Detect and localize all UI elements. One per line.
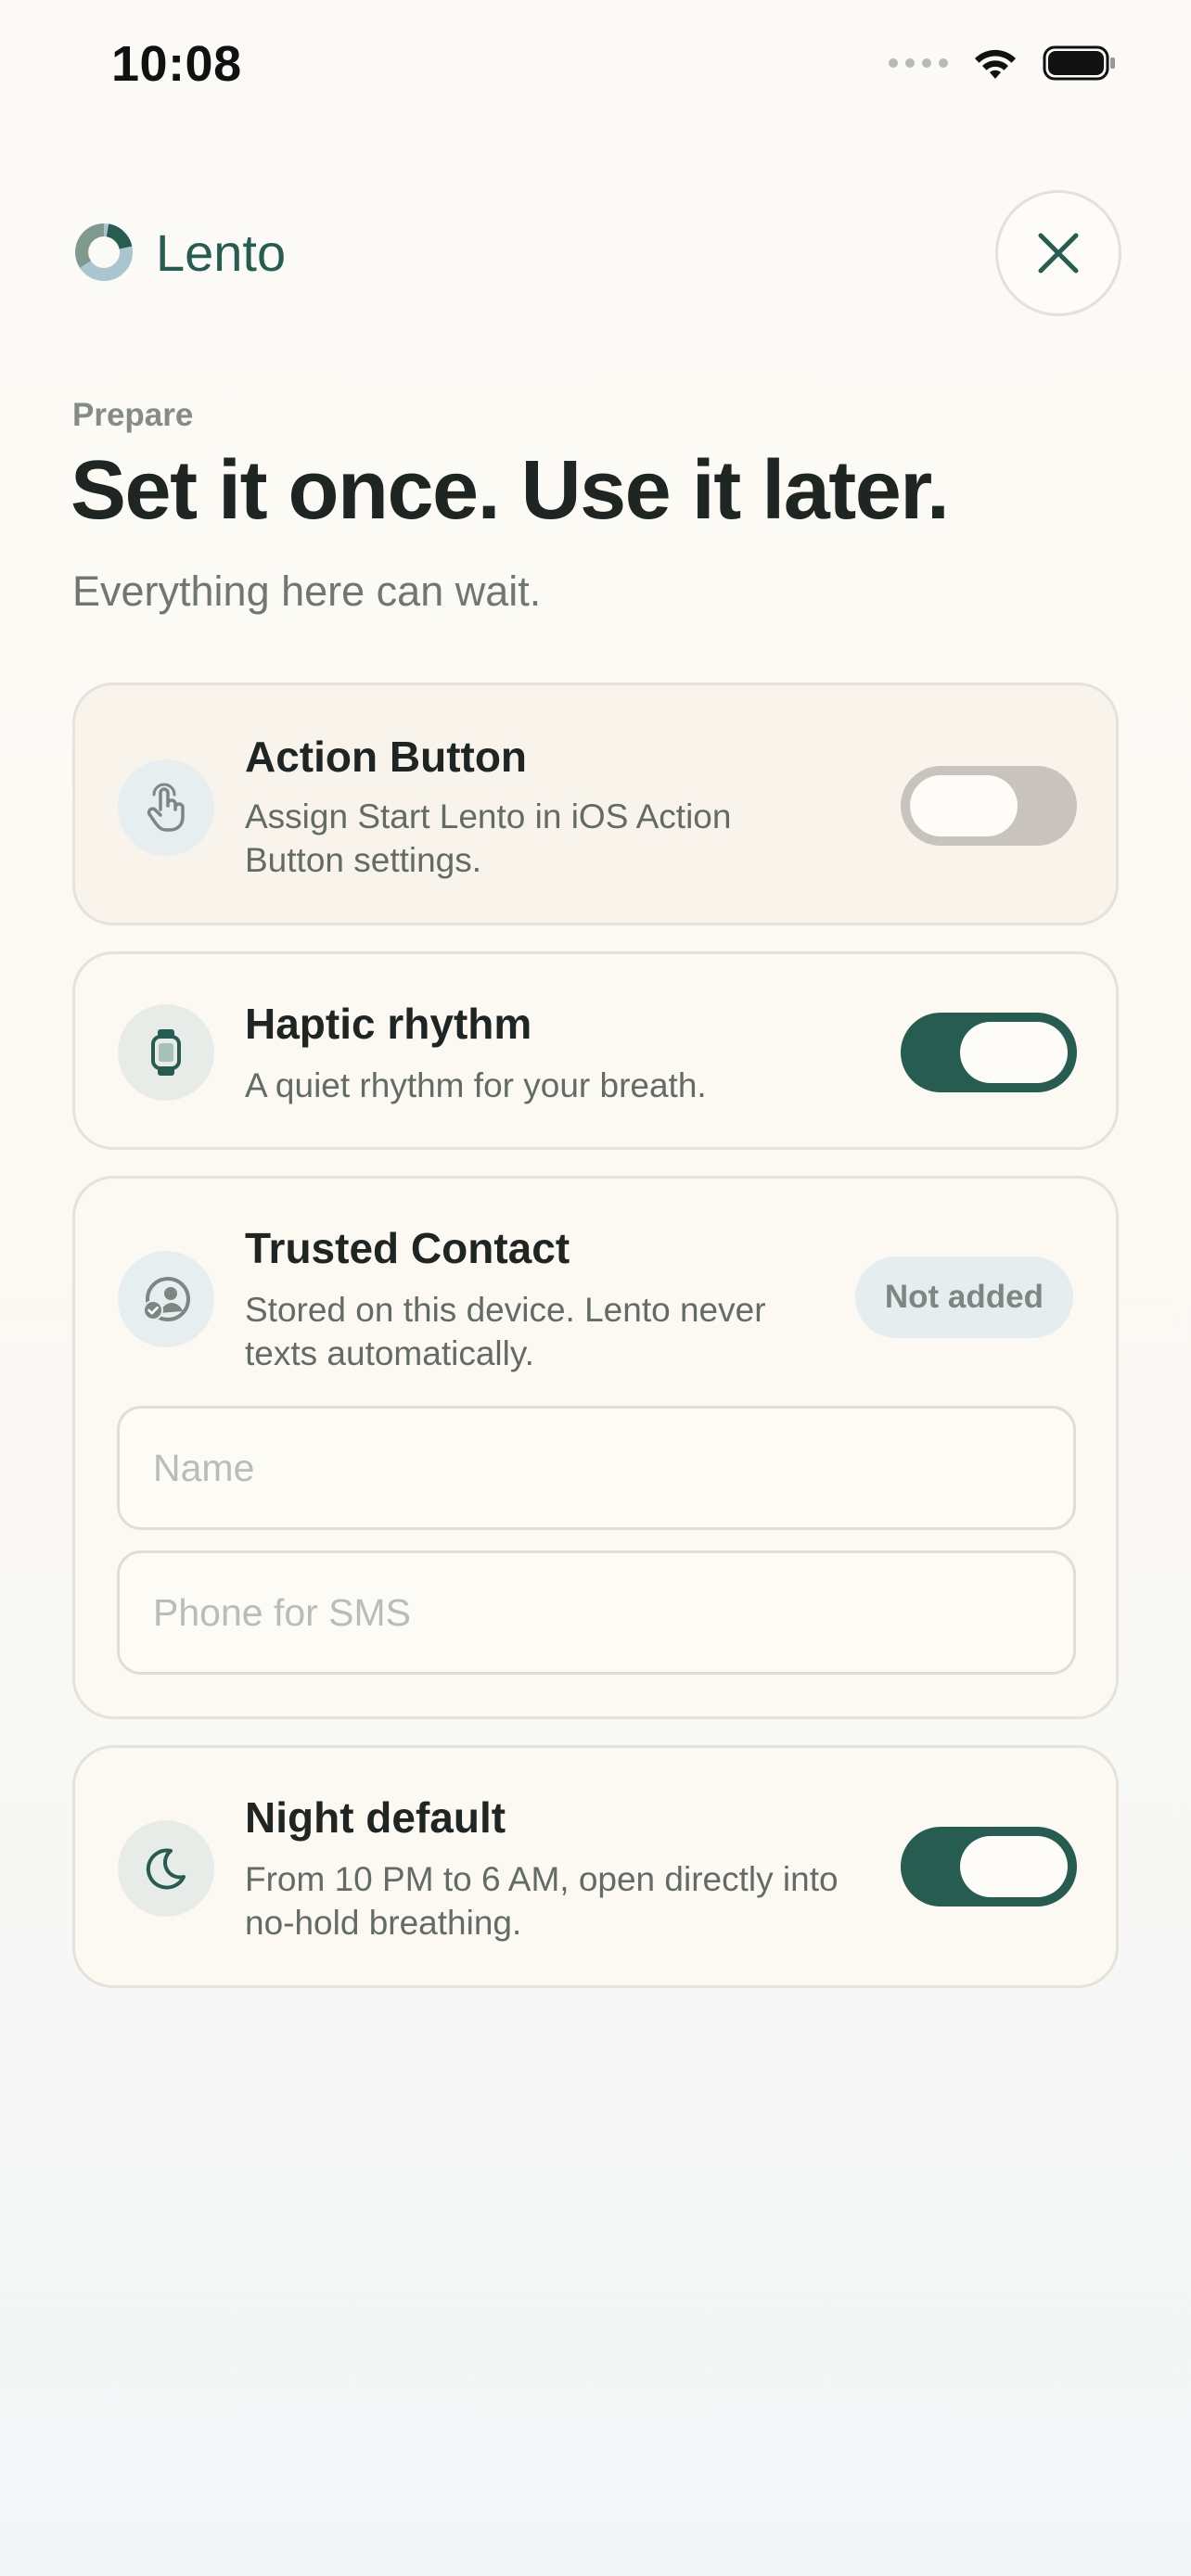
trusted-contact-card: Trusted Contact Stored on this device. L… — [72, 1176, 1119, 1719]
status-bar: 10:08 — [0, 0, 1191, 139]
night-default-desc-line-2: no-hold breathing. — [245, 1904, 522, 1942]
contact-name-input[interactable] — [117, 1406, 1076, 1530]
toggle-knob — [910, 775, 1018, 836]
haptic-rhythm-card: Haptic rhythm A quiet rhythm for your br… — [72, 951, 1119, 1150]
lento-logo-icon — [75, 223, 133, 281]
status-time: 10:08 — [111, 36, 242, 92]
moon-icon — [146, 1848, 186, 1890]
watch-icon — [151, 1029, 181, 1076]
page-title: Set it once. Use it later. — [70, 444, 950, 537]
night-default-card: Night default From 10 PM to 6 AM, open d… — [72, 1745, 1119, 1988]
trusted-contact-desc: Stored on this device. Lento never texts… — [245, 1288, 766, 1375]
status-icons — [889, 45, 1117, 82]
action-button-title: Action Button — [245, 733, 528, 781]
trusted-contact-desc-line-1: Stored on this device. Lento never — [245, 1291, 766, 1329]
toggle-knob — [960, 1022, 1068, 1083]
haptic-rhythm-title: Haptic rhythm — [245, 1000, 532, 1048]
cellular-signal-icon — [889, 58, 948, 68]
trusted-contact-title: Trusted Contact — [245, 1224, 570, 1272]
action-button-desc-line-1: Assign Start Lento in iOS Action — [245, 797, 732, 835]
brand-name: Lento — [156, 223, 287, 282]
section-eyebrow: Prepare — [72, 397, 194, 433]
close-icon — [1038, 233, 1079, 274]
action-button-desc: Assign Start Lento in iOS Action Button … — [245, 795, 731, 882]
action-button-card: Action Button Assign Start Lento in iOS … — [72, 682, 1119, 925]
action-button-toggle[interactable] — [901, 766, 1077, 846]
haptic-rhythm-desc: A quiet rhythm for your breath. — [245, 1066, 707, 1104]
page-subtitle: Everything here can wait. — [72, 567, 542, 615]
contact-phone-input[interactable] — [117, 1550, 1076, 1675]
haptic-icon-wrap — [118, 1004, 214, 1101]
close-button[interactable] — [995, 190, 1121, 316]
wifi-icon — [975, 49, 1016, 79]
trusted-contact-desc-line-2: texts automatically. — [245, 1334, 534, 1372]
haptic-rhythm-toggle[interactable] — [901, 1013, 1077, 1092]
action-button-icon-wrap — [118, 759, 214, 856]
contact-check-icon — [143, 1277, 190, 1321]
status-badge: Not added — [854, 1256, 1073, 1338]
night-default-toggle[interactable] — [901, 1827, 1077, 1906]
hand-tap-icon — [147, 783, 185, 832]
toggle-knob — [960, 1836, 1068, 1897]
night-default-icon-wrap — [118, 1820, 214, 1917]
battery-icon — [1043, 45, 1115, 81]
night-default-title: Night default — [245, 1793, 506, 1842]
trusted-contact-icon-wrap — [118, 1251, 214, 1347]
brand: Lento — [72, 221, 286, 284]
night-default-desc-line-1: From 10 PM to 6 AM, open directly into — [245, 1860, 839, 1898]
night-default-desc: From 10 PM to 6 AM, open directly into n… — [245, 1857, 839, 1945]
action-button-desc-line-2: Button settings. — [245, 841, 482, 879]
